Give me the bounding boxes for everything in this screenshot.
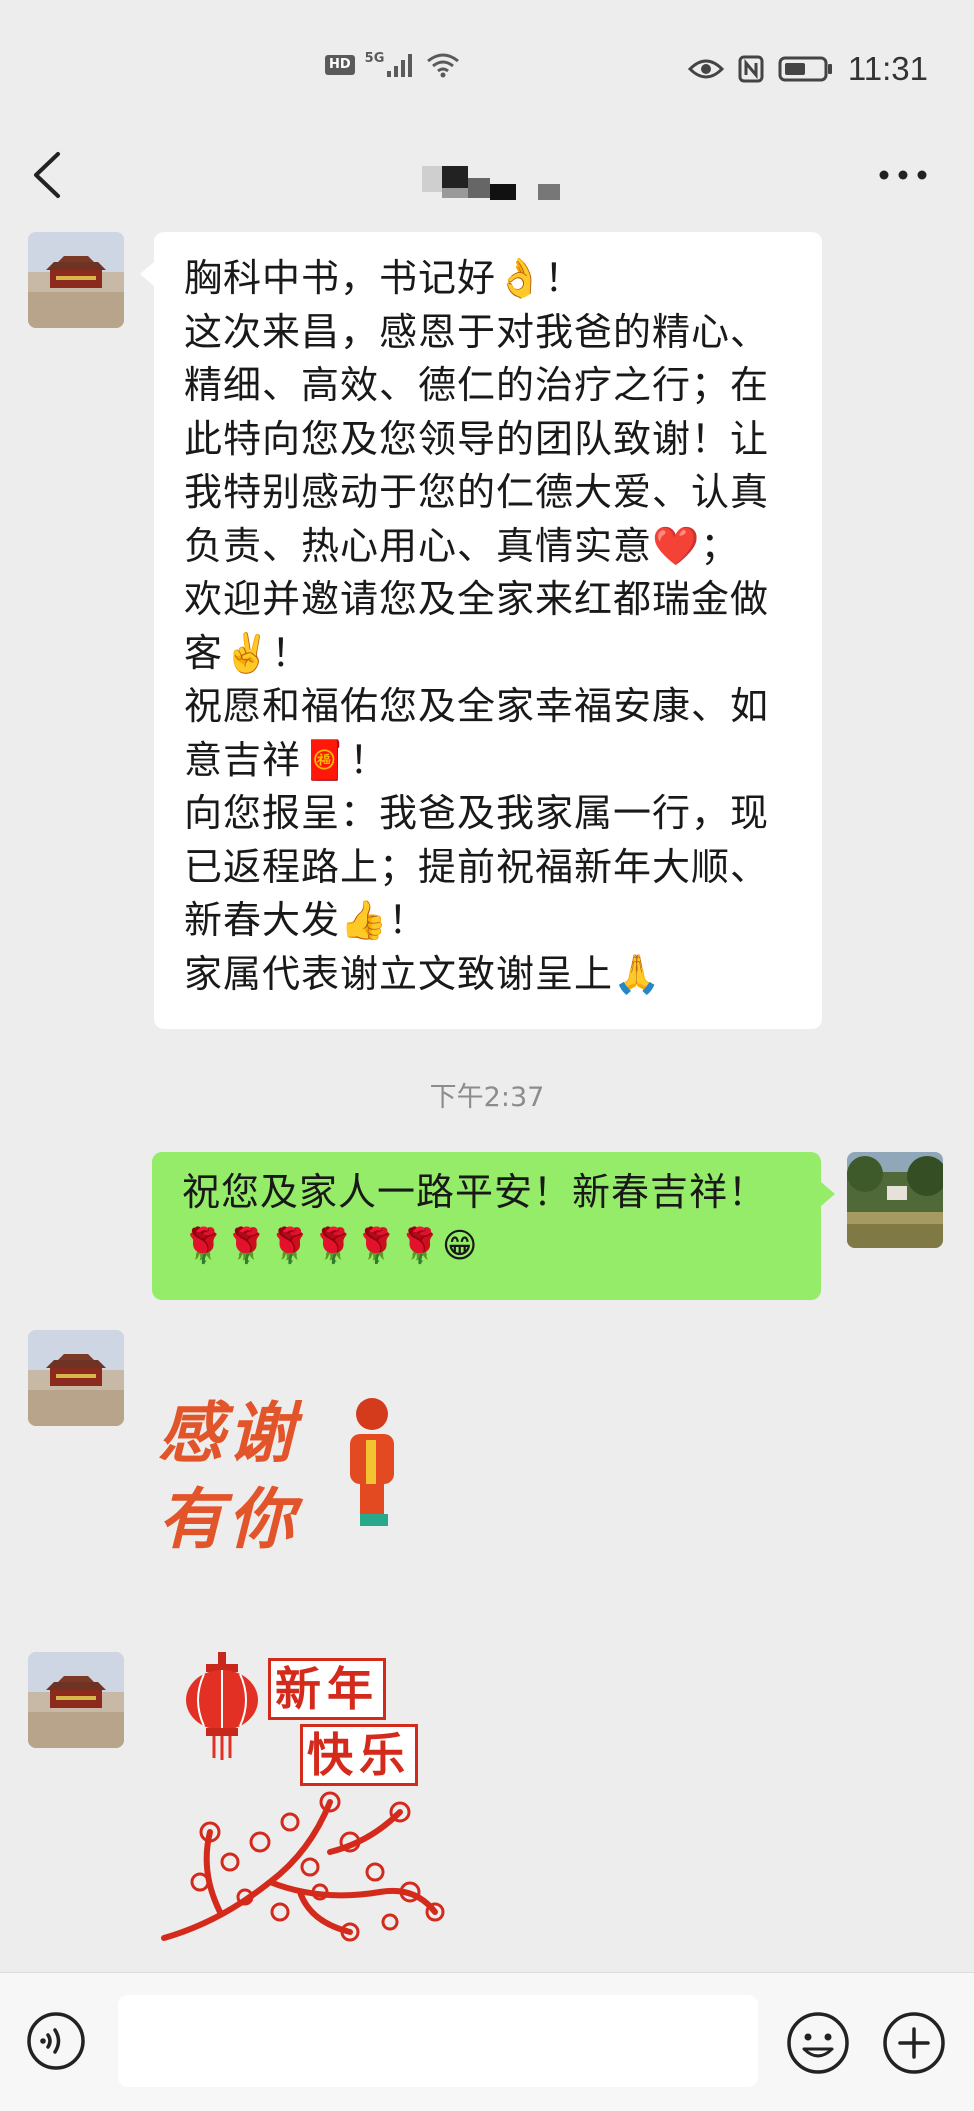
battery-icon [778,56,832,82]
wifi-icon [427,53,460,78]
message-line: 客✌️！ [184,630,311,675]
message-line: 精细、高效、德仁的治疗之行；在 [184,363,770,407]
message-line: 家属代表谢立文致谢呈上🙏 [184,951,662,996]
message-line: 这次来昌，感恩于对我爸的精心、 [184,309,770,354]
status-right-icons: 11:31 [687,50,928,88]
message-line: 欢迎并邀请您及全家来红都瑞金做 [184,577,770,621]
sticker-thanks-text: 感谢有你 [158,1394,298,1558]
network-type: 5G [364,50,385,66]
new-year-text-line1: 新年 [268,1658,386,1720]
message-line: 负责、热心用心、真情实意❤️； [184,523,740,568]
contact-avatar[interactable] [28,1652,124,1748]
message-line: 祝愿和福佑您及全家幸福安康、如 [184,684,770,728]
message-line: 祝您及家人一路平安！新春吉祥！ [182,1170,768,1214]
back-arrow-icon[interactable] [28,150,68,200]
nfc-icon [738,55,764,83]
figure-icon [350,1398,394,1526]
my-avatar[interactable] [847,1152,943,1248]
signal-icon [387,54,413,77]
message-line: 此特向您及您领导的团队致谢！让 [184,416,770,461]
emoji-icon[interactable] [786,2011,850,2075]
status-left-icons: HD 5G [325,50,460,78]
chat-title-obscured [420,162,565,216]
contact-avatar[interactable] [28,1330,124,1426]
message-line: 意吉祥🧧！ [184,737,389,782]
voice-icon[interactable] [26,2011,86,2071]
eye-icon [687,59,724,79]
clock: 11:31 [847,50,928,87]
message-bubble-outgoing[interactable]: 祝您及家人一路平安！新春吉祥！ 🌹🌹🌹🌹🌹🌹😁 [152,1152,835,1300]
message-line: 🌹🌹🌹🌹🌹🌹😁 [182,1225,479,1266]
status-bar: HD 5G 11:31 [0,0,974,110]
message-line: 向您报呈：我爸及我家属一行，现 [184,791,770,835]
input-bar [0,1972,974,2111]
message-line: 我特别感动于您的仁德大爱、认真 [184,470,770,514]
contact-avatar[interactable] [28,232,124,328]
sticker-new-year[interactable]: 新年 快乐 [160,1652,450,1942]
message-line: 新春大发👍！ [184,898,428,942]
message-timestamp: 下午2:37 [429,1082,545,1113]
hd-badge: HD [325,55,355,75]
lantern-icon [186,1652,258,1760]
message-input[interactable] [118,1995,758,2087]
more-dots-icon[interactable] [878,168,928,182]
plus-icon[interactable] [882,2011,946,2075]
message-line: 胸科中书，书记好👌！ [184,256,584,300]
message-bubble-incoming[interactable]: 胸科中书，书记好👌！ 这次来昌，感恩于对我爸的精心、 精细、高效、德仁的治疗之行… [140,232,822,1029]
message-line: 已返程路上；提前祝福新年大顺、 [184,844,770,889]
sticker-thanks[interactable]: 感谢有你 [152,1380,412,1570]
plum-blossom-icon [161,1791,445,1942]
